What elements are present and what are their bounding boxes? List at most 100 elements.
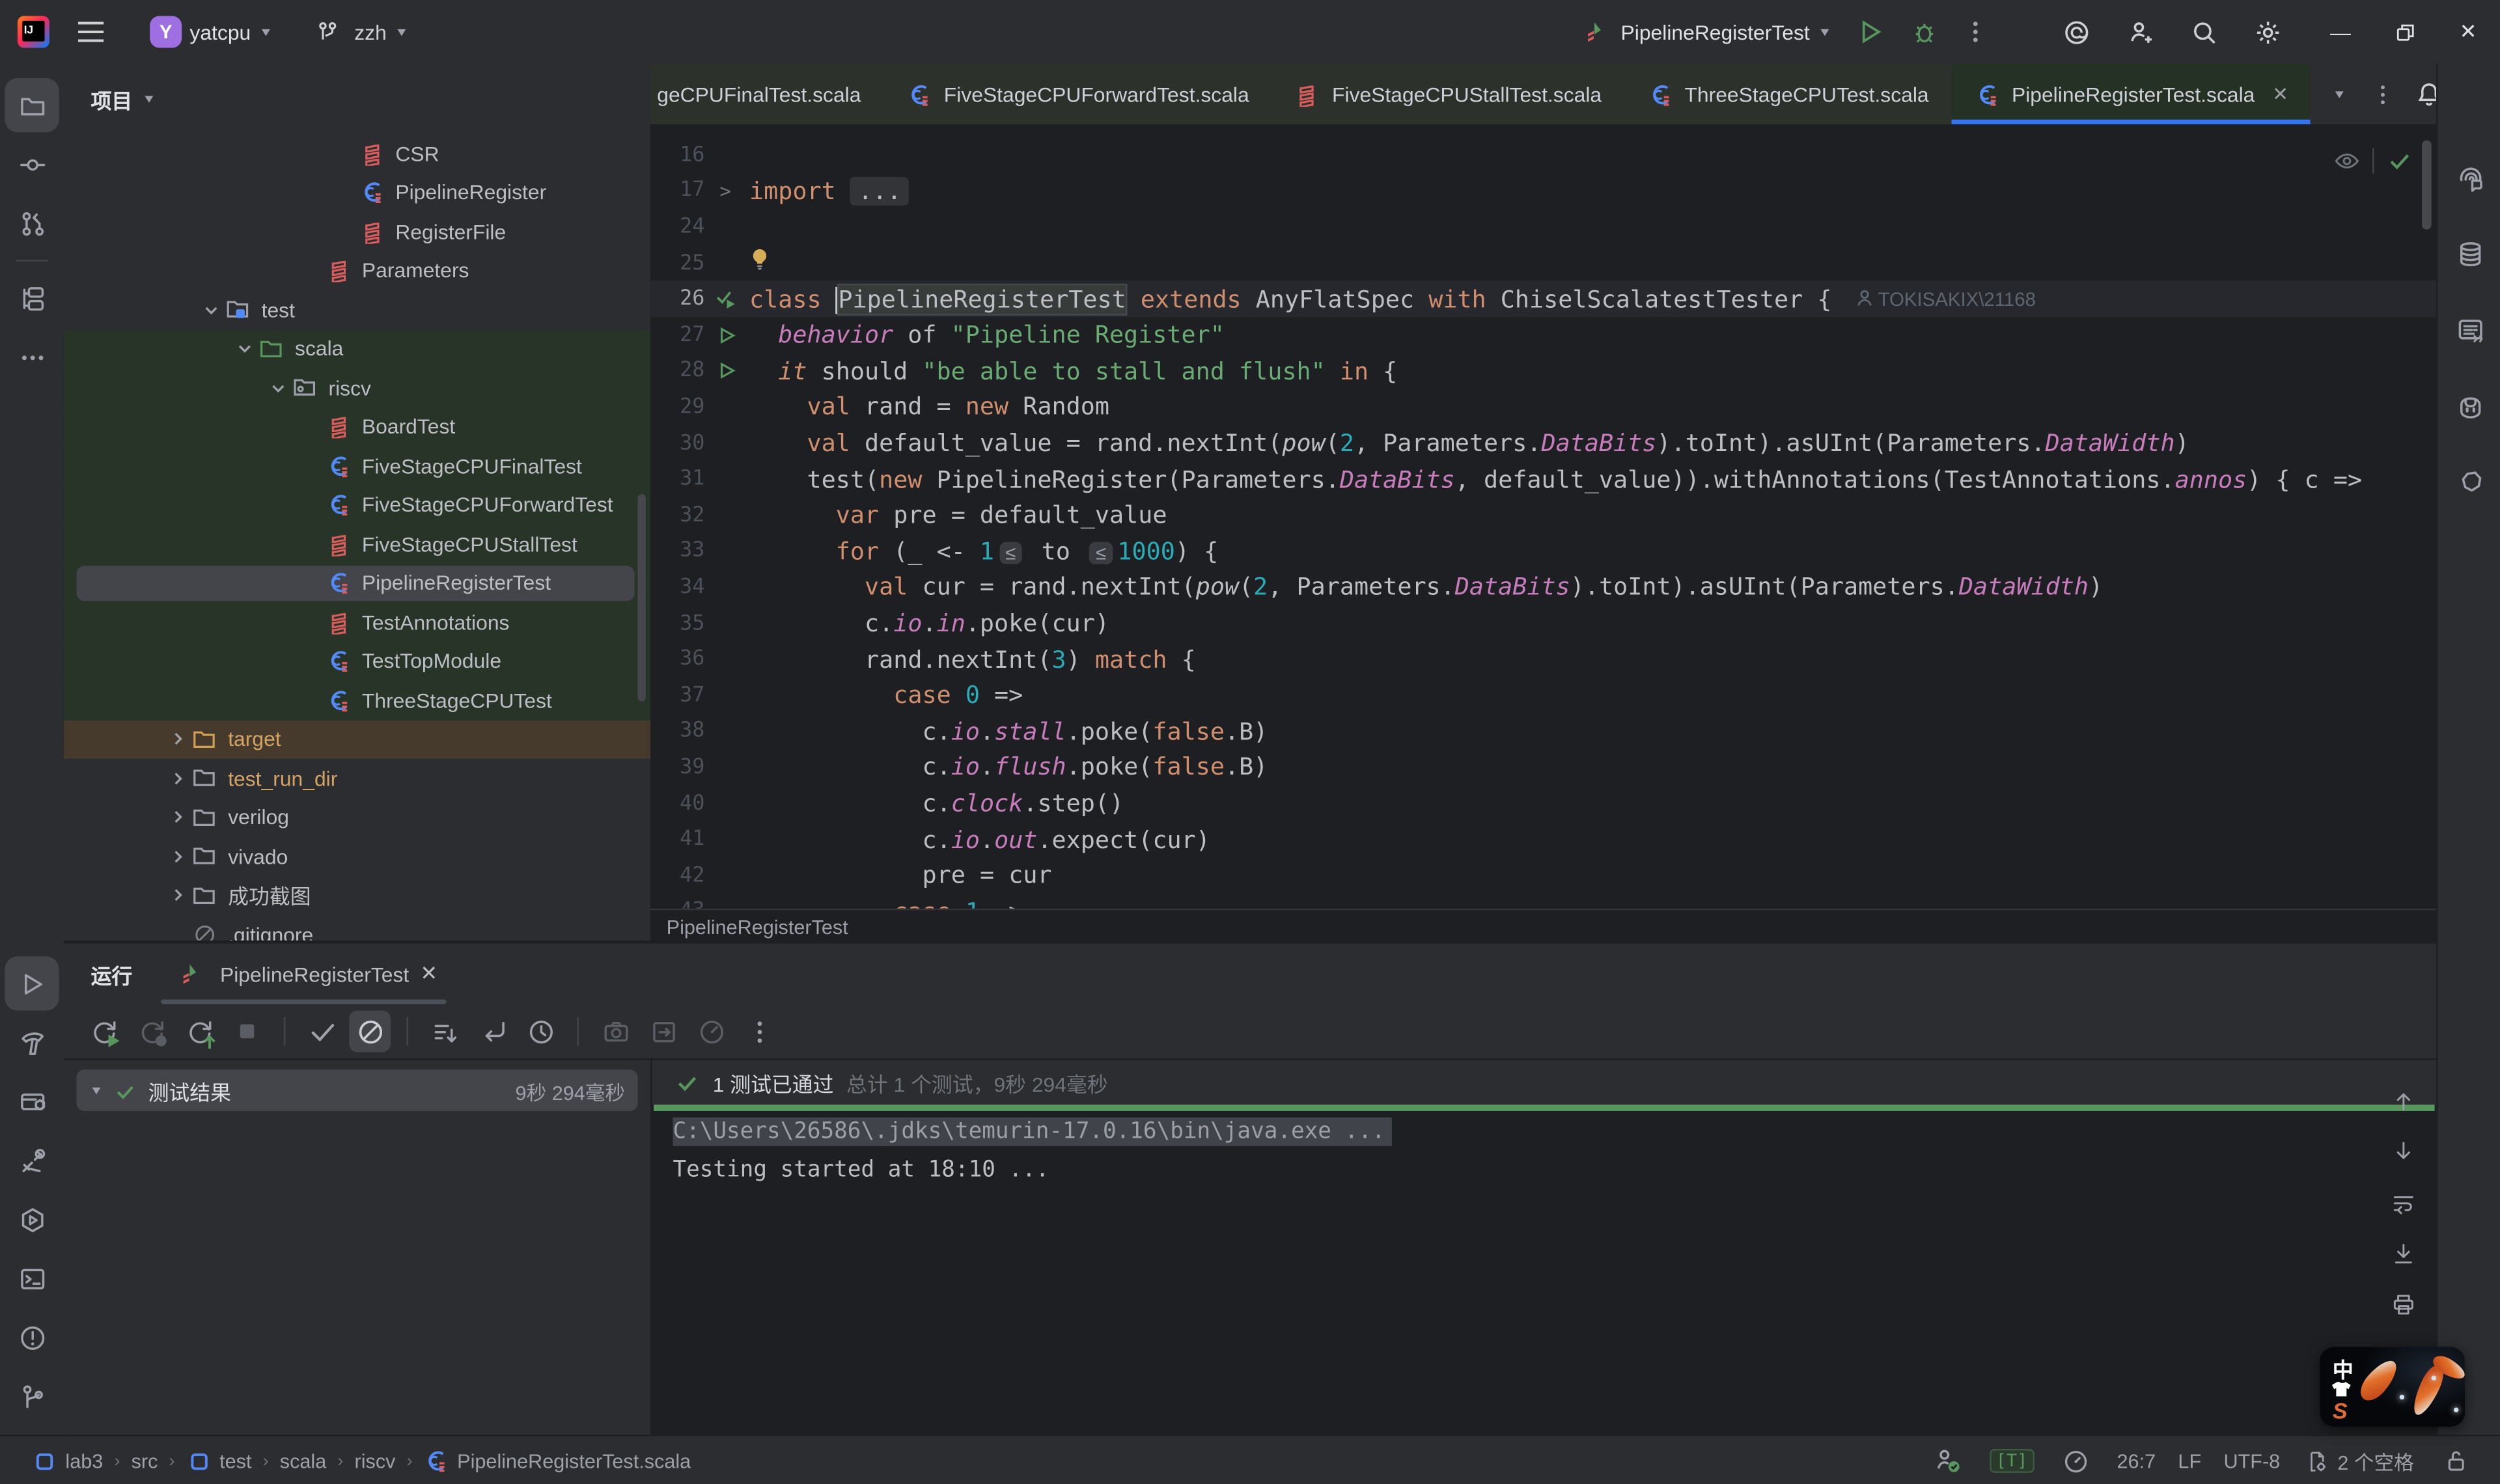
breadcrumb[interactable]: PipelineRegisterTest — [667, 916, 848, 938]
editor-line-33[interactable]: 33for (_ <- 1≤ to ≤1000) { — [650, 533, 2436, 569]
show-passed-icon[interactable] — [301, 1011, 343, 1052]
profile-icon[interactable] — [690, 1011, 732, 1052]
inspections-widget[interactable] — [2315, 141, 2430, 182]
code-with-me-icon[interactable] — [2108, 0, 2172, 64]
tool-stripe-hexagon-icon[interactable] — [2443, 456, 2497, 510]
editor-line-42[interactable]: 42pre = cur — [650, 858, 2436, 894]
tree-item-BoardTest[interactable]: BoardTest — [64, 407, 650, 447]
tool-stripe-build-icon[interactable] — [5, 1015, 59, 1069]
scroll-up-icon[interactable] — [2382, 1079, 2424, 1121]
settings-gear-icon[interactable] — [2235, 0, 2299, 64]
no-problems-check-icon[interactable] — [2380, 142, 2418, 180]
run-console[interactable]: 1 测试已通过 总计 1 个测试，9秒 294毫秒 C:\Users\26586… — [650, 1058, 2436, 1436]
editor-line-32[interactable]: 32var pre = default_value — [650, 497, 2436, 533]
rerun-icon[interactable] — [83, 1011, 124, 1052]
gutter-play-icon[interactable] — [708, 325, 743, 346]
tab-geCPUFinalTest.scala[interactable]: geCPUFinalTest.scala — [650, 64, 883, 124]
vcs-branch-widget[interactable]: zzh ▼ — [297, 8, 420, 55]
tool-stripe-run-icon[interactable] — [5, 956, 59, 1010]
rerun-stale-icon[interactable] — [178, 1011, 220, 1052]
chevron-down-icon[interactable]: ▼ — [89, 1084, 104, 1097]
tree-item-test_run_dir[interactable]: test_run_dir — [64, 759, 650, 798]
console-line[interactable]: C:\Users\26586\.jdks\temurin-17.0.16\bin… — [673, 1114, 2436, 1149]
more-kebab-icon[interactable] — [738, 1011, 780, 1052]
tab-PipelineRegisterTest.scala[interactable]: PipelineRegisterTest.scala✕ — [1951, 64, 2311, 124]
tool-stripe-services-icon[interactable] — [5, 1192, 59, 1246]
editor-line-35[interactable]: 35c.io.in.poke(cur) — [650, 605, 2436, 641]
file-encoding[interactable]: UTF-8 — [2223, 1450, 2280, 1472]
gutter-check-icon[interactable] — [708, 287, 743, 311]
search-everywhere-icon[interactable] — [2172, 0, 2236, 64]
scroll-to-end-icon[interactable] — [2382, 1232, 2424, 1274]
tool-stripe-more-icon[interactable] — [5, 330, 59, 384]
project-scrollbar-thumb[interactable] — [638, 494, 646, 701]
close-button[interactable]: ✕ — [2436, 0, 2500, 64]
run-tab[interactable]: PipelineRegisterTest ✕ — [161, 944, 447, 1004]
navigate-with-single-click-icon[interactable] — [472, 1011, 514, 1052]
type-aware-highlighting-badge[interactable]: [T] — [1990, 1449, 2034, 1473]
main-menu-icon[interactable] — [65, 0, 116, 64]
chevron-down-icon[interactable] — [265, 379, 290, 396]
editor-line-26[interactable]: 26class PipelineRegisterTest extends Any… — [650, 281, 2436, 317]
tab-list-chevron-icon[interactable]: ▼ — [2317, 65, 2362, 122]
test-results-row[interactable]: ▼ 测试结果 9秒 294毫秒 — [77, 1069, 638, 1111]
run-button[interactable] — [1843, 0, 1897, 64]
chevron-right-icon[interactable] — [164, 769, 189, 787]
tree-item-PipelineRegisterTest[interactable]: PipelineRegisterTest — [64, 564, 650, 603]
tool-stripe-pull-request-icon[interactable] — [5, 196, 59, 250]
project-panel-header[interactable]: 项目 ▼ — [64, 64, 650, 134]
editor-line-40[interactable]: 40c.clock.step() — [650, 786, 2436, 821]
tool-stripe-database-icon[interactable] — [2443, 227, 2497, 281]
debug-button[interactable] — [1897, 0, 1951, 64]
tree-item-verilog[interactable]: verilog — [64, 798, 650, 837]
editor-line-25[interactable]: 25 — [650, 245, 2436, 281]
tree-item-PipelineRegister[interactable]: PipelineRegister — [64, 173, 650, 212]
tool-stripe-structure-icon[interactable] — [5, 271, 59, 325]
indent-widget[interactable]: 2 个空格 — [2302, 1442, 2413, 1480]
tree-item-scala[interactable]: scala — [64, 329, 650, 368]
tool-stripe-notebook-icon[interactable] — [2443, 303, 2497, 357]
editor-line-27[interactable]: 27behavior of "Pipeline Register" — [650, 317, 2436, 353]
editor-line-17[interactable]: 17>import ... — [650, 173, 2436, 209]
tree-item-ThreeStageCPUTest[interactable]: ThreeStageCPUTest — [64, 681, 650, 720]
tab-ThreeStageCPUTest.scala[interactable]: ThreeStageCPUTest.scala — [1624, 64, 1951, 124]
reader-mode-eye-icon[interactable] — [2327, 142, 2365, 180]
scroll-down-icon[interactable] — [2382, 1130, 2424, 1172]
maximize-restore-button[interactable] — [2372, 0, 2436, 64]
tool-stripe-tools-icon[interactable] — [5, 1133, 59, 1187]
tool-stripe-copilot-icon[interactable] — [2443, 379, 2497, 433]
editor-line-38[interactable]: 38c.io.stall.poke(false.B) — [650, 713, 2436, 749]
tree-item-riscv[interactable]: riscv — [64, 368, 650, 407]
breadcrumb-lab3[interactable]: lab3 — [32, 1448, 103, 1474]
editor-line-29[interactable]: 29val rand = new Random — [650, 389, 2436, 425]
tree-item-TestAnnotations[interactable]: TestAnnotations — [64, 603, 650, 642]
show-ignored-icon[interactable] — [349, 1011, 391, 1052]
chevron-right-icon[interactable] — [164, 730, 189, 748]
tree-item-test[interactable]: test — [64, 290, 650, 329]
vcs-update-check-icon[interactable] — [1929, 1442, 1967, 1480]
code-editor[interactable]: 1617>import ...242526class PipelineRegis… — [650, 124, 2436, 909]
screenshot-icon[interactable] — [594, 1011, 636, 1052]
tool-stripe-ai-assistant-icon[interactable] — [2443, 150, 2497, 204]
tree-item-FiveStageCPUForwardTest[interactable]: FiveStageCPUForwardTest — [64, 486, 650, 525]
unlock-icon[interactable] — [2436, 1442, 2475, 1480]
editor-line-24[interactable]: 24 — [650, 209, 2436, 245]
editor-scrollbar-thumb[interactable] — [2422, 141, 2432, 230]
intention-bulb-icon[interactable] — [749, 251, 770, 279]
soft-wrap-icon[interactable] — [2382, 1181, 2424, 1223]
gutter-play-icon[interactable] — [708, 361, 743, 381]
chevron-right-icon[interactable] — [164, 808, 189, 826]
tab-options-kebab-icon[interactable] — [2362, 65, 2404, 122]
editor-line-28[interactable]: 28it should "be able to stall and flush"… — [650, 353, 2436, 389]
editor-line-41[interactable]: 41c.io.out.expect(cur) — [650, 821, 2436, 857]
tool-stripe-terminal-icon[interactable] — [5, 1251, 59, 1305]
tree-item-RegisterFile[interactable]: RegisterFile — [64, 212, 650, 251]
editor-line-30[interactable]: 30val default_value = rand.nextInt(pow(2… — [650, 425, 2436, 461]
gutter-fold-icon[interactable]: > — [708, 180, 743, 202]
tree-item-成功截图[interactable]: 成功截图 — [64, 876, 650, 915]
tree-item--gitignore[interactable]: .gitignore — [64, 915, 650, 941]
chevron-down-icon[interactable] — [231, 340, 257, 357]
close-icon[interactable]: ✕ — [2272, 83, 2288, 105]
breadcrumb-riscv[interactable]: riscv — [355, 1450, 396, 1472]
run-configuration-widget[interactable]: PipelineRegisterTest ▼ — [1563, 8, 1843, 55]
